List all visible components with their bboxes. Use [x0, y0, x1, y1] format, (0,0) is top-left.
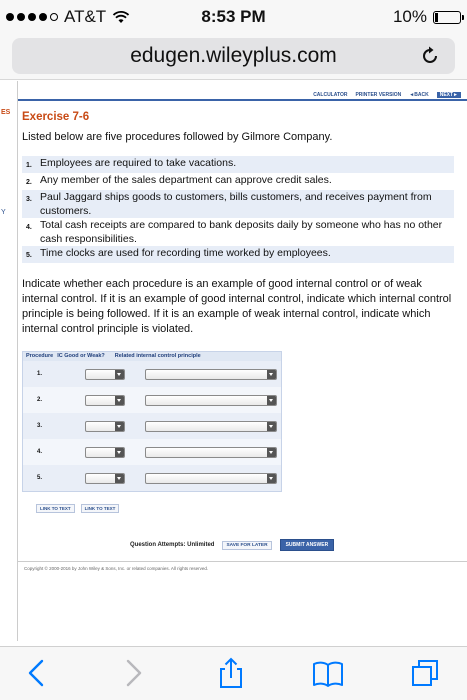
submit-answer-button[interactable]: SUBMIT ANSWER: [279, 539, 335, 551]
battery-percent: 10%: [392, 7, 427, 26]
exercise-instructions: Indicate whether each procedure is an ex…: [22, 278, 452, 335]
sidebar-fragment: Y: [1, 209, 6, 216]
answer-actions: Question Attempts: Unlimited SAVE FOR LA…: [130, 539, 460, 551]
procedure-text: Total cash receipts are compared to bank…: [40, 219, 443, 245]
col-ic-good-weak: IC Good or Weak?: [57, 353, 105, 359]
principle-select[interactable]: [145, 394, 277, 406]
next-link[interactable]: NEXT►: [436, 92, 461, 98]
row-number: 3.: [37, 423, 43, 429]
bookmarks-icon[interactable]: [312, 657, 344, 689]
principle-select[interactable]: [145, 368, 277, 380]
calculator-link[interactable]: CALCULATOR: [313, 92, 347, 98]
question-attempts: Question Attempts: Unlimited: [130, 542, 215, 548]
printer-version-link[interactable]: PRINTER VERSION: [355, 92, 401, 98]
list-item: 4. Total cash receipts are compared to b…: [22, 218, 454, 246]
ic-good-weak-select[interactable]: [85, 472, 125, 484]
dropdown-arrow-icon: [267, 369, 276, 379]
col-procedure: Procedure: [26, 353, 54, 359]
status-bar: AT&T 8:53 PM 10%: [0, 0, 467, 34]
dropdown-arrow-icon: [267, 421, 276, 431]
row-number: 2.: [37, 397, 43, 403]
row-number: 4.: [37, 449, 43, 455]
procedure-number: 4.: [26, 224, 32, 231]
dropdown-arrow-icon: [115, 447, 124, 457]
dropdown-arrow-icon: [115, 395, 124, 405]
table-row: 1.: [23, 361, 281, 387]
dropdown-arrow-icon: [267, 473, 276, 483]
browser-address-bar: edugen.wileyplus.com: [0, 34, 467, 80]
link-to-text-button[interactable]: LINK TO TEXT: [80, 504, 120, 513]
procedure-text: Employees are required to take vacations…: [40, 157, 237, 169]
battery-status: 10%: [392, 7, 464, 27]
link-to-text-button[interactable]: LINK TO TEXT: [36, 504, 75, 513]
copyright-text: Copyright © 2000-2016 by John Wiley & So…: [24, 566, 209, 571]
ic-good-weak-select[interactable]: [85, 446, 125, 458]
dropdown-arrow-icon: [267, 395, 276, 405]
row-number: 5.: [37, 475, 43, 481]
answer-table-header: Procedure IC Good or Weak? Related inter…: [23, 352, 281, 361]
procedure-text: Time clocks are used for recording time …: [40, 247, 331, 259]
answer-table: Procedure IC Good or Weak? Related inter…: [22, 351, 282, 492]
procedure-text: Any member of the sales department can a…: [40, 174, 332, 186]
forward-arrow-icon[interactable]: [116, 657, 148, 689]
table-row: 5.: [23, 465, 281, 491]
reload-icon[interactable]: [419, 45, 441, 67]
ic-good-weak-select[interactable]: [85, 368, 125, 380]
exercise-panel: Exercise 7-6 Listed below are five proce…: [22, 105, 462, 513]
procedure-number: 5.: [26, 252, 32, 259]
browser-toolbar: [0, 646, 467, 700]
principle-select[interactable]: [145, 420, 277, 432]
list-item: 3. Paul Jaggard ships goods to customers…: [22, 190, 454, 218]
tabs-icon[interactable]: [410, 657, 442, 689]
text-links: LINK TO TEXT LINK TO TEXT: [36, 504, 462, 513]
list-item: 5. Time clocks are used for recording ti…: [22, 246, 454, 263]
sidebar-edge: ES Y: [0, 81, 18, 641]
exercise-intro: Listed below are five procedures followe…: [22, 131, 333, 143]
top-nav: CALCULATOR PRINTER VERSION ◄BACK NEXT►: [313, 92, 461, 98]
principle-select[interactable]: [145, 446, 277, 458]
sidebar-fragment: ES: [1, 109, 11, 116]
list-item: 2. Any member of the sales department ca…: [22, 173, 454, 190]
table-row: 2.: [23, 387, 281, 413]
dropdown-arrow-icon: [115, 369, 124, 379]
procedure-number: 2.: [26, 179, 32, 186]
web-content: ES Y CALCULATOR PRINTER VERSION ◄BACK NE…: [0, 81, 467, 646]
table-row: 4.: [23, 439, 281, 465]
back-arrow-icon[interactable]: [22, 657, 54, 689]
footer-divider: [18, 561, 467, 562]
back-link[interactable]: ◄BACK: [409, 92, 428, 98]
col-principle: Related internal control principle: [114, 353, 201, 359]
dropdown-arrow-icon: [267, 447, 276, 457]
list-item: 1. Employees are required to take vacati…: [22, 156, 454, 173]
table-row: 3.: [23, 413, 281, 439]
dropdown-arrow-icon: [115, 473, 124, 483]
url-text[interactable]: edugen.wileyplus.com: [12, 44, 455, 68]
url-field[interactable]: edugen.wileyplus.com: [12, 38, 455, 74]
ic-good-weak-select[interactable]: [85, 420, 125, 432]
ic-good-weak-select[interactable]: [85, 394, 125, 406]
battery-icon: [433, 10, 464, 24]
procedure-number: 1.: [26, 162, 32, 169]
share-icon[interactable]: [215, 657, 247, 689]
principle-select[interactable]: [145, 472, 277, 484]
procedure-list: 1. Employees are required to take vacati…: [22, 156, 454, 263]
save-for-later-button[interactable]: SAVE FOR LATER: [222, 540, 272, 550]
row-number: 1.: [37, 371, 43, 377]
procedure-text: Paul Jaggard ships goods to customers, b…: [40, 191, 432, 217]
procedure-number: 3.: [26, 196, 32, 203]
exercise-title: Exercise 7-6: [22, 111, 90, 123]
answer-rows: 1. 2. 3. 4. 5.: [23, 361, 281, 491]
dropdown-arrow-icon: [115, 421, 124, 431]
